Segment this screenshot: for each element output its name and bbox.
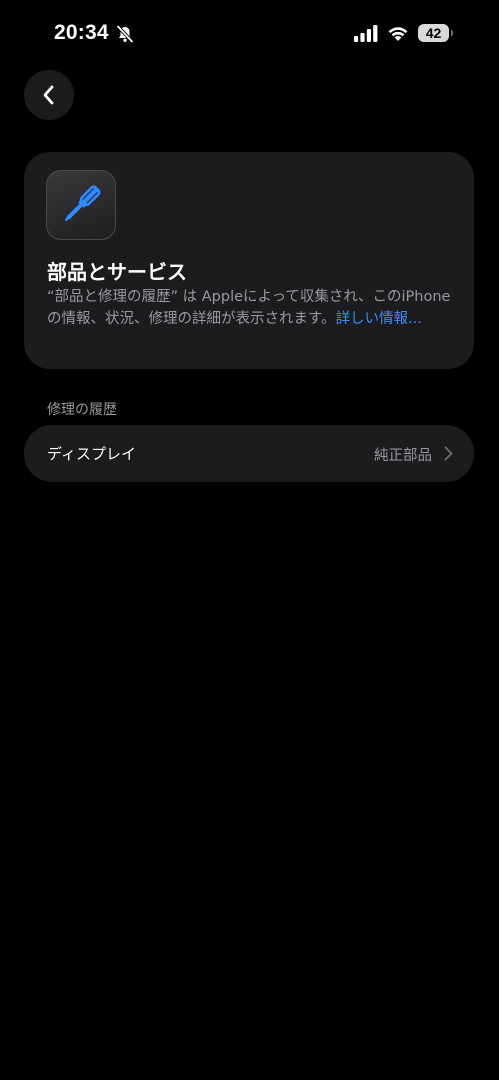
battery-indicator: 42 — [418, 24, 454, 42]
row-value: 純正部品 — [374, 448, 432, 464]
battery-cap — [451, 30, 453, 36]
screwdriver-icon — [64, 185, 101, 222]
bell-slash-icon — [116, 25, 134, 43]
parts-service-card: 部品とサービス “部品と修理の履歴” は Appleによって収集され、このiPh… — [24, 152, 474, 369]
chevron-left-icon — [43, 85, 54, 105]
learn-more-link[interactable]: 詳しい情報... — [336, 311, 422, 327]
repair-history-header: 修理の履歴 — [47, 402, 117, 418]
screwdriver-app-icon — [46, 170, 116, 240]
screen: 20:34 42 部品とサービス “部品と修理の履歴” は Appleによって収… — [0, 0, 499, 1080]
card-title: 部品とサービス — [47, 260, 187, 284]
cellular-signal-icon — [354, 25, 378, 42]
wifi-icon — [388, 27, 408, 41]
back-button[interactable] — [24, 70, 74, 120]
repair-history-row-display[interactable]: ディスプレイ 純正部品 — [24, 425, 474, 482]
status-time: 20:34 — [54, 21, 109, 44]
status-bar: 20:34 42 — [0, 0, 499, 60]
card-description: “部品と修理の履歴” は Appleによって収集され、このiPhoneの情報、状… — [47, 286, 453, 330]
battery-level: 42 — [418, 24, 449, 42]
chevron-right-icon — [444, 446, 453, 461]
row-label: ディスプレイ — [47, 445, 136, 463]
